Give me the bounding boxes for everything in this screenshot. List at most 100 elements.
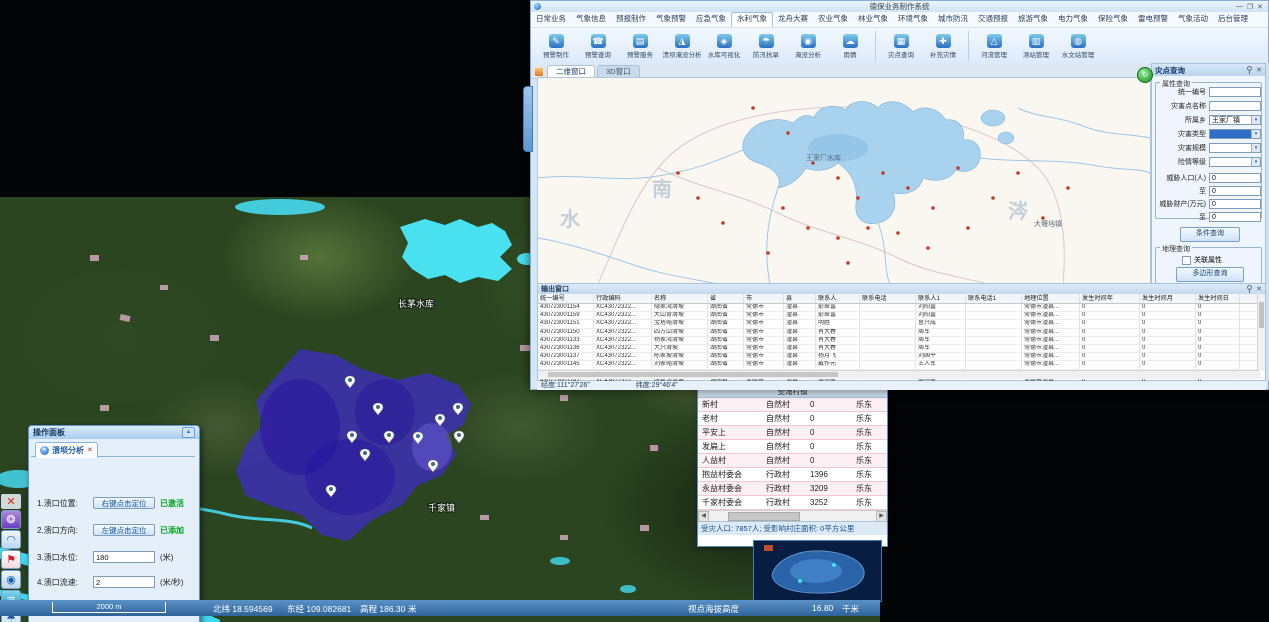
ribbon-button[interactable]: ✚ 补充灾情 [922,34,964,59]
pin-icon[interactable] [1246,66,1253,74]
menu-item[interactable]: 雷电预警 [1133,12,1173,27]
output-panel-header[interactable]: 输出窗口 ✕ [538,284,1265,294]
menu-item[interactable]: 气象信息 [571,12,611,27]
menu-item[interactable]: 保险气象 [1093,12,1133,27]
table-row[interactable]: 430723001145XC43072322...刘家峪滑坡 湖南省常德市澧县 … [538,361,1265,369]
ribbon-button[interactable]: ◈ 水库可视化 [703,34,745,59]
village-row[interactable]: 人益村自然村 0乐东 [698,454,887,468]
menu-item[interactable]: 气象预警 [651,12,691,27]
table-row[interactable]: 430723001133XC43072322...杨家湾滑坡 湖南省常德市澧县 … [538,337,1265,345]
ribbon-button[interactable]: ▥ 测站管理 [1015,34,1057,59]
scroll-left-icon[interactable]: ◀ [698,511,709,522]
operation-panel-titlebar[interactable]: 操作面板 ▴ [29,426,199,439]
village-row[interactable]: 老村自然村 0乐东 [698,412,887,426]
water-level-input[interactable]: 180 [93,551,155,563]
village-row[interactable]: 千家村委会行政村 3252乐东 [698,496,887,510]
population-to-input[interactable]: 0 [1209,186,1261,196]
ribbon-button[interactable]: ☂ 防汛抗旱 [745,34,787,59]
horizontal-scrollbar[interactable]: ◀ ▶ [698,510,887,521]
menu-item[interactable]: 水利气象 [731,12,773,27]
ribbon-button[interactable]: ✎ 预警制作 [535,34,577,59]
flow-speed-input[interactable]: 2 [93,576,155,588]
township-select[interactable]: 王家厂镇 [1209,115,1261,125]
window-titlebar[interactable]: 德保业务制作系统 — ❐ ✕ [531,1,1268,12]
menu-item[interactable]: 预报制作 [611,12,651,27]
threatened-property-input[interactable]: 0 [1209,199,1261,209]
ribbon-button[interactable]: ☎ 预警查询 [577,34,619,59]
ribbon-button[interactable]: △ 河流管理 [973,34,1015,59]
village-row[interactable]: 新村自然村 0乐东 [698,398,887,412]
ribbon-button[interactable]: ▤ 预警服务 [619,34,661,59]
unified-code-input[interactable] [1209,87,1261,97]
menu-item[interactable]: 农业气象 [813,12,853,27]
disaster-point-name-input[interactable] [1209,101,1261,111]
danger-level-select[interactable] [1209,157,1261,167]
pick-breach-position-button[interactable]: 右键点击定位 [93,497,155,509]
operation-panel-dialog[interactable]: 操作面板 ▴ ≈ 溃坝分析 ✕ 1.溃口位置: 右键点击定位 已激活 2.溃口方… [28,425,200,622]
maximize-icon[interactable]: ❐ [1247,3,1253,11]
minimize-icon[interactable]: ▴ [182,427,195,438]
water-drop-tool-icon[interactable]: ◉ [1,570,21,589]
menu-item[interactable]: 电力气象 [1053,12,1093,27]
close-icon[interactable]: ✕ [1,494,21,509]
menu-item[interactable]: 日常业务 [531,12,571,27]
tab-dam-break-analysis[interactable]: ≈ 溃坝分析 ✕ [35,442,98,458]
polygon-query-button[interactable]: 多边形查询 [1176,267,1244,282]
table-row[interactable]: 430723001159XC43072322...大山背滑坡 湖南省常德市澧县 … [538,312,1265,320]
pin-icon[interactable] [1246,285,1253,293]
town-label: 千家镇 [428,502,455,513]
village-row[interactable]: 永益村委会行政村 3209乐东 [698,482,887,496]
refresh-locate-button[interactable]: ↻ [1137,67,1153,83]
checkbox-icon[interactable] [1182,256,1191,265]
table-row[interactable]: 430723001137XC43072322...陈家坡滑坡 湖南省常德市澧县 … [538,353,1265,361]
scroll-right-icon[interactable]: ▶ [876,511,887,522]
flood-analysis-tool-icon[interactable]: ❂ [1,510,21,529]
menu-item[interactable]: 城市防汛 [933,12,973,27]
vertical-scrollbar[interactable] [1257,294,1265,371]
menu-item[interactable]: 环境气象 [893,12,933,27]
minimize-icon[interactable]: — [1236,3,1243,11]
gis-main-window[interactable]: 德保业务制作系统 — ❐ ✕ 日常业务气象信息预报制作气象预警应急气象水利气象龙… [530,0,1269,390]
tab-close-icon[interactable]: ✕ [87,446,93,454]
close-icon[interactable]: ✕ [1257,3,1263,11]
ribbon-button[interactable]: ▦ 灾点查询 [880,34,922,59]
ribbon-icon: ▤ [633,34,648,48]
gis-statusbar: 经度:111°27'26" 纬度:29°46'4" [537,381,1266,390]
table-row[interactable]: 430723001150XC43072322...四方山滑坡 湖南省常德市澧县 … [538,329,1265,337]
menu-item[interactable]: 旅游气象 [1013,12,1053,27]
menu-item[interactable]: 交通预报 [973,12,1013,27]
reservoir-tool-icon[interactable]: ◠ [1,530,21,549]
disaster-type-select[interactable] [1209,129,1261,139]
overview-minimap[interactable] [753,540,882,602]
ribbon-button[interactable]: ◮ 溃坝淹没分析 [661,34,703,59]
close-icon[interactable]: ✕ [1256,285,1262,293]
gis-map-canvas[interactable]: 南 水 涔 王家厂水库 大堰垱镇 [537,77,1151,285]
menu-item[interactable]: 后台管理 [1213,12,1253,27]
table-row[interactable]: 430723001136XC43072322...大兴滑坡 湖南省常德市澧县 肖… [538,345,1265,353]
pick-breach-direction-button[interactable]: 左键点击定位 [93,524,155,536]
link-attribute-checkbox[interactable]: 关联属性 [1182,254,1261,266]
query-panel-header[interactable]: 灾点查询 ✕ [1152,64,1265,76]
village-row[interactable]: 发扁上自然村 0乐东 [698,440,887,454]
close-icon[interactable]: ✕ [1256,66,1262,74]
menu-item[interactable]: 应急气象 [691,12,731,27]
disaster-scale-select[interactable] [1209,143,1261,153]
flag-tool-icon[interactable]: ⚑ [1,550,21,569]
village-row[interactable]: 抱益村委会行政村 1396乐东 [698,468,887,482]
ribbon-button[interactable]: ☁ 雨情 [829,34,871,59]
menu-item[interactable]: 龙舟大赛 [773,12,813,27]
region-watermark-chars: 南 水 涔 [560,178,1028,231]
threatened-population-input[interactable]: 0 [1209,173,1261,183]
table-row[interactable]: 430723001154XC43072322...隐家湾滑坡 湖南省常德市澧县 … [538,304,1265,312]
property-to-input[interactable]: 0 [1209,212,1261,222]
ribbon-button[interactable]: ◍ 水文站管理 [1057,34,1099,59]
table-row[interactable]: 430723001151XC43072322...宝塔峪滑坡 湖南省常德市澧县 … [538,320,1265,328]
menu-item[interactable]: 林业气象 [853,12,893,27]
menu-item[interactable]: 气象活动 [1173,12,1213,27]
ribbon-button[interactable]: ◉ 淹没分析 [787,34,829,59]
condition-query-button[interactable]: 条件查询 [1180,227,1240,242]
village-row[interactable]: 平安上自然村 0乐东 [698,426,887,440]
collapsed-layer-panel-tab[interactable] [523,86,533,152]
layers-icon[interactable] [535,68,543,76]
horizontal-scrollbar[interactable] [538,370,1260,379]
